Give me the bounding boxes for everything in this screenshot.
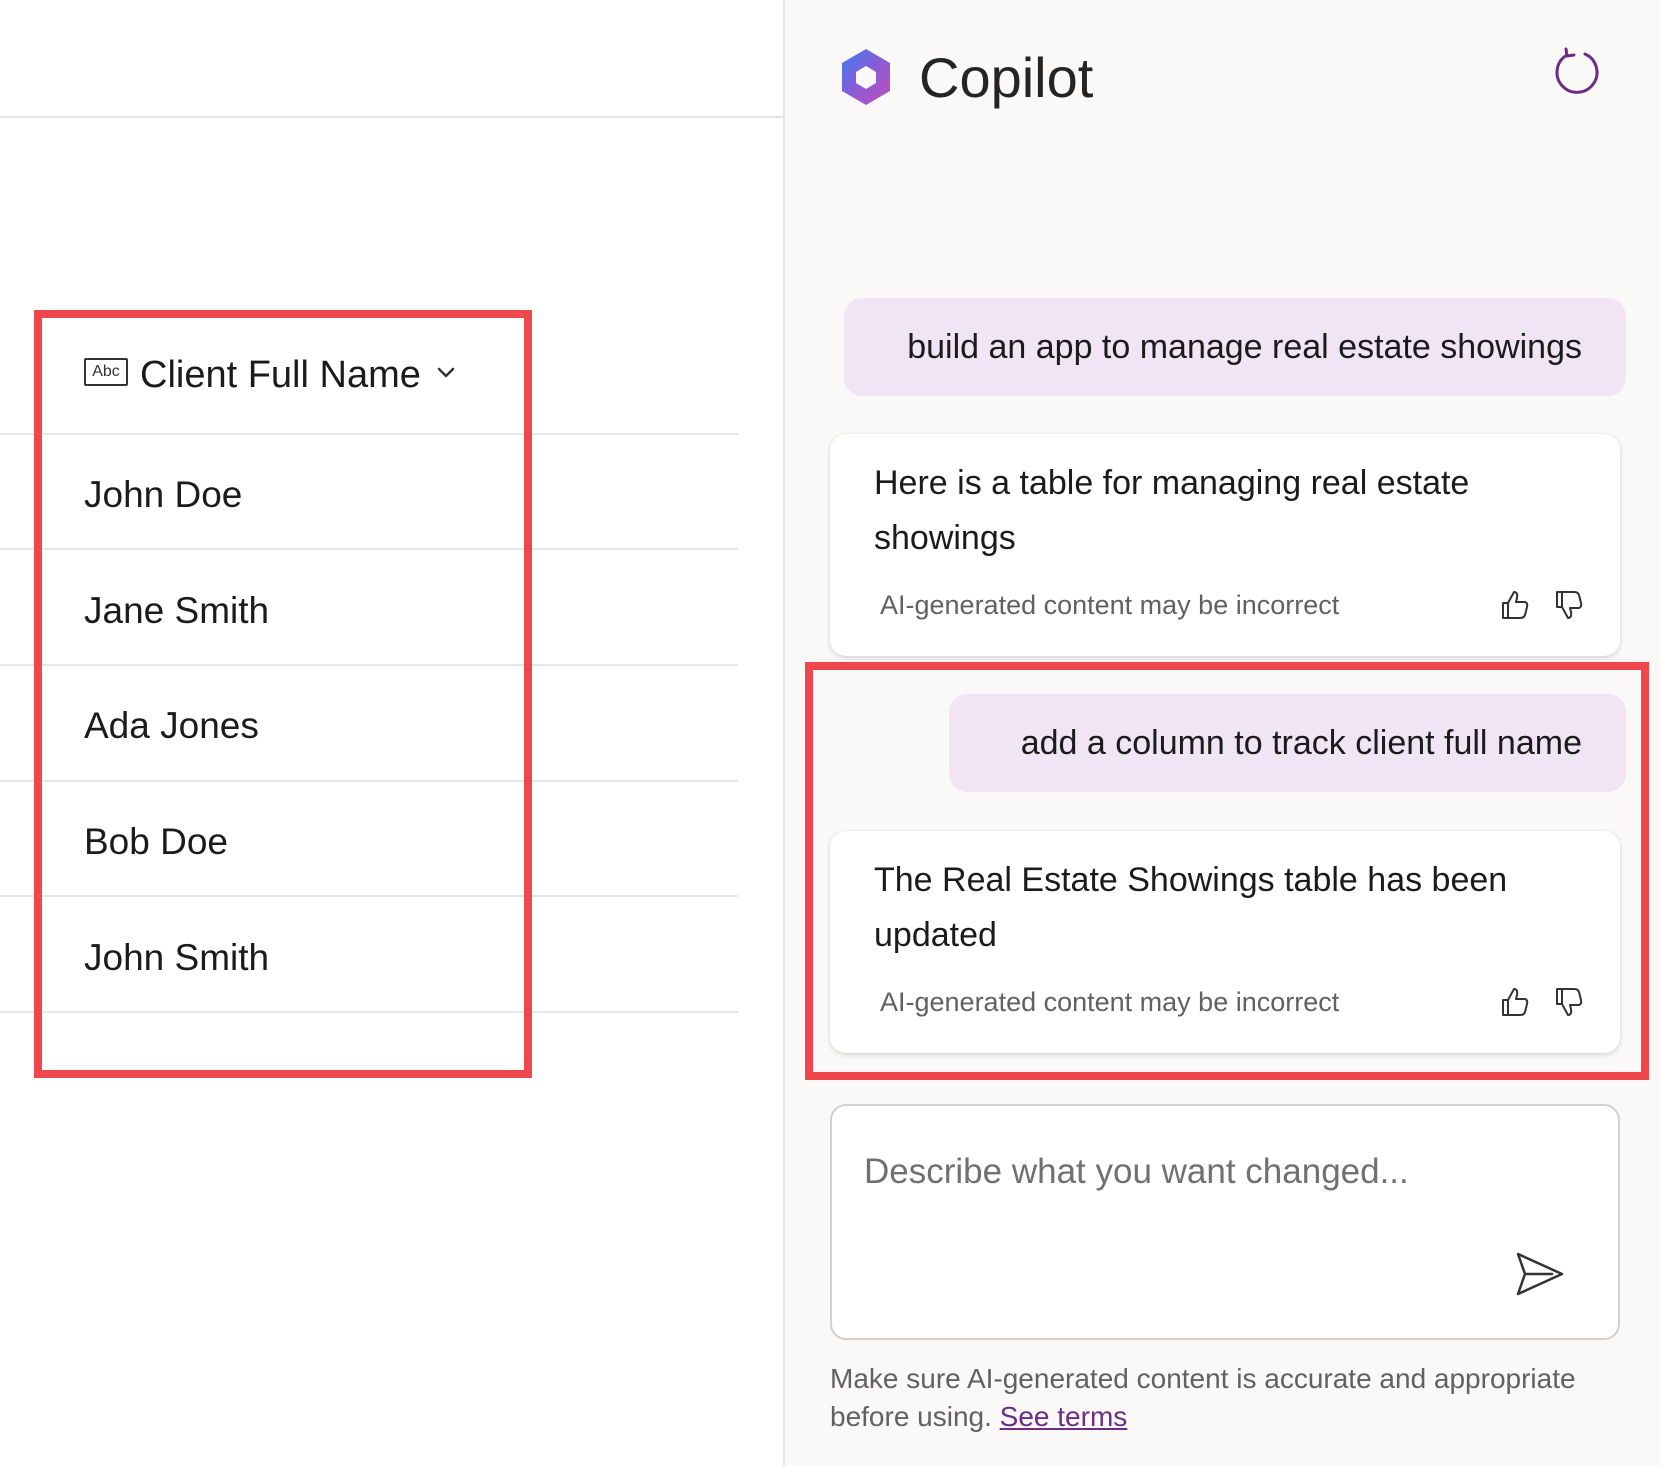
- user-message-text: build an app to manage real estate showi…: [907, 327, 1582, 366]
- highlight-box: [805, 662, 1649, 1080]
- footnote-text: Make sure AI-generated content is accura…: [830, 1363, 1576, 1432]
- ai-disclaimer: AI-generated content may be incorrect: [880, 590, 1340, 620]
- thumbs-down-icon[interactable]: [1552, 588, 1586, 622]
- see-terms-link[interactable]: See terms: [1000, 1401, 1128, 1432]
- copilot-title: Copilot: [919, 45, 1094, 109]
- app-root: Abc Client Full Name John Doe Jane Smith…: [0, 0, 1660, 1466]
- assistant-message-text: Here is a table for managing real estate…: [874, 464, 1470, 557]
- table-pane: Abc Client Full Name John Doe Jane Smith…: [0, 0, 783, 1466]
- ai-footnote: Make sure AI-generated content is accura…: [830, 1360, 1610, 1436]
- refresh-icon[interactable]: [1551, 46, 1603, 98]
- highlight-box: [34, 310, 532, 1078]
- assistant-message: Here is a table for managing real estate…: [830, 434, 1620, 656]
- copilot-logo-icon: [842, 49, 890, 105]
- send-icon[interactable]: [1512, 1246, 1568, 1302]
- table-toolbar: [0, 0, 783, 118]
- copilot-header: Copilot: [835, 42, 1093, 112]
- user-message: build an app to manage real estate showi…: [844, 298, 1626, 396]
- prompt-input[interactable]: [864, 1142, 1544, 1202]
- copilot-pane: Copilot build an app to manage real esta…: [783, 0, 1660, 1466]
- thumbs-up-icon[interactable]: [1498, 588, 1532, 622]
- prompt-composer: [830, 1104, 1620, 1340]
